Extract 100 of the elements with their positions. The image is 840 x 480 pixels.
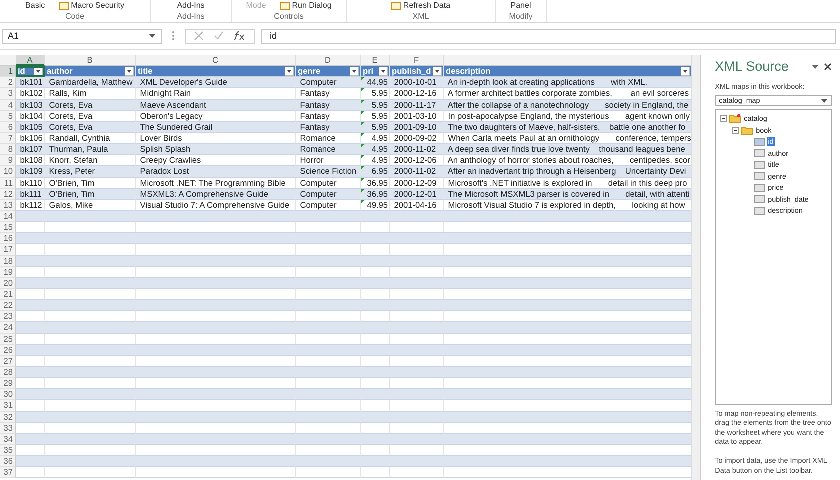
ribbon-button[interactable]: Add-Ins	[177, 1, 205, 10]
row-header[interactable]: 8	[0, 144, 16, 156]
table-header-cell[interactable]: description	[444, 66, 692, 78]
folder-icon	[741, 126, 754, 135]
row-header[interactable]: 30	[0, 389, 16, 400]
row-header[interactable]: 31	[0, 400, 16, 412]
function-icon[interactable]	[234, 31, 246, 41]
table-cell: In post-apocalypse England, the mysterious agent known only	[444, 110, 692, 122]
close-icon[interactable]	[824, 62, 832, 70]
row-header[interactable]: 12	[0, 188, 16, 200]
row-header[interactable]: 29	[0, 378, 16, 390]
row-header[interactable]: 33	[0, 422, 16, 434]
row-header[interactable]: 1	[0, 66, 16, 78]
table-cell: Creepy Crawlies	[136, 155, 296, 166]
table-header-cell[interactable]: title	[136, 66, 296, 78]
row-header[interactable]: 19	[0, 266, 16, 278]
column-header[interactable]: D	[296, 55, 361, 66]
table-cell	[16, 400, 45, 412]
row-header[interactable]: 18	[0, 256, 16, 267]
ribbon-icon	[280, 2, 290, 10]
table-cell	[296, 378, 361, 390]
column-header[interactable]: B	[45, 55, 136, 66]
table-cell: 2000-11-02	[390, 166, 444, 178]
ribbon-icon	[391, 2, 402, 10]
check-icon[interactable]	[214, 31, 224, 41]
table-cell: The Sundered Grail	[136, 122, 296, 133]
row-header[interactable]: 22	[0, 300, 16, 312]
row-header[interactable]: 6	[0, 122, 16, 133]
table-header-cell[interactable]: author	[45, 66, 136, 78]
row-header[interactable]: 17	[0, 244, 16, 256]
row-header[interactable]: 15	[0, 222, 16, 234]
row-header[interactable]: 37	[0, 467, 16, 478]
row-header[interactable]: 21	[0, 288, 16, 300]
row-header[interactable]: 26	[0, 344, 16, 356]
collapse-icon[interactable]	[720, 115, 728, 122]
caret-icon[interactable]	[812, 64, 819, 68]
table-cell: Computer	[296, 178, 361, 189]
table-header-cell[interactable]: pri	[361, 66, 390, 78]
table-cell: Microsoft Visual Studio 7 is explored in depth, looking at how	[444, 200, 692, 211]
row-header[interactable]: 28	[0, 366, 16, 378]
column-header[interactable]: C	[136, 55, 296, 66]
column-header[interactable]: A	[16, 55, 45, 66]
ribbon-button[interactable]: Basic	[26, 1, 46, 10]
ribbon-button[interactable]: Macro Security	[59, 1, 124, 10]
ribbon-button[interactable]: Refresh Data	[391, 1, 451, 10]
row-header[interactable]: 32	[0, 412, 16, 423]
row-header[interactable]: 7	[0, 132, 16, 144]
filter-dropdown-icon[interactable]	[285, 66, 294, 76]
table-cell: Gambardella, Matthew	[45, 77, 136, 88]
column-header[interactable]: E	[361, 55, 390, 66]
name-box[interactable]: A1	[2, 28, 162, 44]
row-header[interactable]: 24	[0, 322, 16, 334]
row-header[interactable]: 20	[0, 278, 16, 289]
row-header[interactable]: 16	[0, 233, 16, 244]
filter-dropdown-icon[interactable]	[433, 66, 442, 76]
formula-input[interactable]: id	[261, 28, 836, 44]
row-header[interactable]: 2	[0, 77, 16, 88]
filter-dropdown-icon[interactable]	[350, 66, 359, 76]
filter-dropdown-icon[interactable]	[125, 66, 134, 76]
ribbon-button[interactable]: Panel	[510, 1, 532, 10]
table-cell	[390, 222, 444, 234]
row-header[interactable]: 34	[0, 434, 16, 445]
table-cell	[390, 378, 444, 390]
row-header[interactable]: 9	[0, 155, 16, 166]
table-cell	[296, 322, 361, 334]
row-header[interactable]: 27	[0, 356, 16, 367]
table-header-cell[interactable]: id	[16, 66, 45, 78]
row-header[interactable]: 23	[0, 311, 16, 322]
ribbon-button[interactable]: Run Dialog	[280, 1, 332, 10]
table-cell: bk108	[16, 155, 45, 166]
table-header-cell[interactable]: genre	[296, 66, 361, 78]
row-header[interactable]: 13	[0, 200, 16, 211]
row-header[interactable]: 14	[0, 210, 16, 222]
table-cell	[390, 244, 444, 256]
filter-dropdown-icon[interactable]	[681, 66, 690, 76]
scrollbar[interactable]	[691, 55, 700, 480]
row-header[interactable]: 25	[0, 334, 16, 345]
table-cell	[16, 244, 45, 256]
row-header[interactable]: 4	[0, 100, 16, 111]
table-cell: 5.95	[361, 100, 390, 111]
table-cell	[16, 412, 45, 423]
filter-dropdown-icon[interactable]	[34, 66, 43, 76]
table-cell	[16, 344, 45, 356]
row-header[interactable]: 36	[0, 456, 16, 468]
row-header[interactable]: 3	[0, 88, 16, 100]
table-cell	[361, 412, 390, 423]
row-header[interactable]: 5	[0, 110, 16, 122]
row-header[interactable]: 10	[0, 166, 16, 178]
collapse-icon[interactable]	[732, 126, 740, 134]
table-header-cell[interactable]: publish_d	[390, 66, 444, 78]
table-cell	[296, 300, 361, 312]
column-header[interactable]: F	[390, 55, 444, 66]
table-cell: An in-depth look at creating applications with XML.	[444, 77, 692, 88]
table-cell	[361, 244, 390, 256]
table-cell: 6.95	[361, 166, 390, 178]
row-header[interactable]: 35	[0, 444, 16, 456]
row-header[interactable]: 11	[0, 178, 16, 189]
table-cell: 2000-12-16	[390, 88, 444, 100]
table-cell	[16, 222, 45, 234]
filter-dropdown-icon[interactable]	[379, 66, 388, 76]
